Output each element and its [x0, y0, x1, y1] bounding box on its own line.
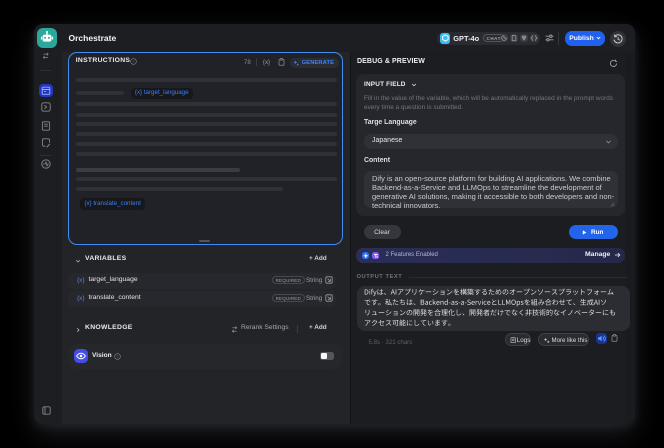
svg-text:?: ? — [116, 354, 119, 359]
svg-text:?: ? — [132, 59, 135, 64]
